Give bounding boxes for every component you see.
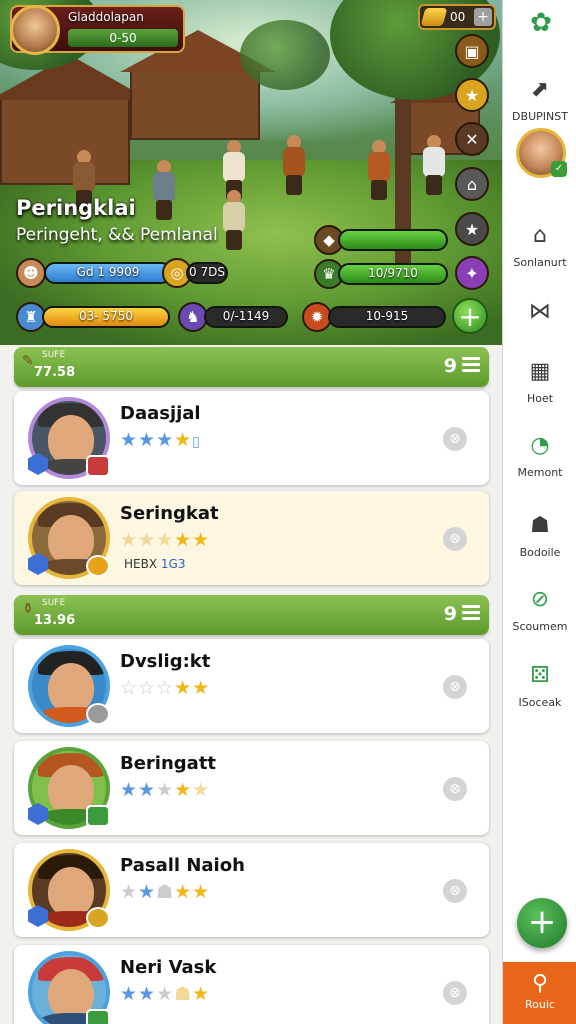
gold-value: 00: [450, 10, 466, 24]
card-options-button[interactable]: ⊗: [443, 777, 467, 801]
coin-bar: 0 7DS: [186, 262, 228, 284]
menu-icon[interactable]: [462, 605, 480, 623]
scene-subtitle: Peringeht, && Pemlanal: [16, 225, 218, 245]
class-badge-icon: [86, 805, 110, 827]
hero-stars: ★★★★▯: [120, 429, 201, 451]
share-icon: ⋈: [529, 299, 551, 324]
mana-bar: Gd 1 9909: [44, 262, 172, 284]
hero-name: Neri Vask: [120, 957, 217, 978]
hero-stars: ★★★★★: [120, 779, 211, 801]
card-options-button[interactable]: ⊗: [443, 675, 467, 699]
hero-roster-list: ✎ SUFE 77.58 9 Daasjjal ★★★★▯ ⊗ Seringka…: [0, 345, 502, 1024]
hero-card[interactable]: Pasall Naioh ★★☗★★ ⊗: [14, 843, 489, 937]
nav-item-share[interactable]: ⋈: [503, 298, 576, 332]
player-level-bar: 0-50: [68, 29, 178, 47]
card-options-button[interactable]: ⊗: [443, 427, 467, 451]
star-icon[interactable]: ★: [455, 78, 489, 112]
roster-group-header[interactable]: ⚱ SUFE 13.96 9: [14, 595, 489, 635]
player-name: Gladdolapan: [68, 10, 144, 24]
gold-currency-box[interactable]: 00 +: [418, 4, 496, 30]
class-badge-icon: [86, 703, 110, 725]
experience-bar: 10/9710: [338, 263, 448, 285]
nav-item-export[interactable]: ⬈ DBUPINST: [503, 76, 576, 123]
group-count: 9: [443, 603, 457, 625]
nav-bottom-tab[interactable]: ⚲ Rouic: [503, 962, 576, 1024]
people-icon: ☗: [530, 513, 550, 538]
hero-card[interactable]: Neri Vask ★★★☗★ ⊗: [14, 945, 489, 1024]
hero-name: Daasjjal: [120, 403, 201, 424]
class-badge-icon: [86, 1009, 110, 1024]
nav-item-clock[interactable]: ◔ Memont: [503, 432, 576, 479]
add-hero-button[interactable]: +: [517, 898, 567, 948]
class-badge-icon: [86, 907, 110, 929]
hero-card[interactable]: Dvslig:kt ☆☆☆★★ ⊗: [14, 639, 489, 733]
game-hero-banner: Gladdolapan 0-50 00 + ▣ ★ ✕ ⌂ ★ ✦ + Peri…: [0, 0, 502, 345]
group-value: 77.58: [34, 365, 76, 380]
group-label: SUFE: [42, 350, 66, 360]
village-hut: [0, 95, 130, 185]
nav-item-compass[interactable]: ⊘ Scoumem: [503, 586, 576, 633]
hero-tag: HEBX 1G3: [124, 557, 186, 571]
rank-star-icon[interactable]: ★: [455, 212, 489, 246]
card-options-button[interactable]: ⊗: [443, 879, 467, 903]
card-options-button[interactable]: ⊗: [443, 981, 467, 1005]
app-root: Gladdolapan 0-50 00 + ▣ ★ ✕ ⌂ ★ ✦ + Peri…: [0, 0, 576, 1024]
hero-stars: ★★★☗★: [120, 983, 211, 1005]
clock-icon: ◔: [530, 433, 550, 458]
quest-scroll-icon[interactable]: ▣: [455, 34, 489, 68]
hero-name: Dvslig:kt: [120, 651, 211, 672]
group-count: 9: [443, 355, 457, 377]
roster-group-header[interactable]: ✎ SUFE 77.58 9: [14, 347, 489, 387]
magic-star-icon[interactable]: ✦: [455, 256, 489, 290]
scene-title: Peringklai: [16, 196, 136, 220]
group-value: 13.96: [34, 613, 76, 628]
nav-user-avatar[interactable]: ✓: [516, 128, 567, 178]
hero-name: Seringkat: [120, 503, 219, 524]
hero-card[interactable]: Seringkat ★★★★★ HEBX 1G3 ⊗: [14, 491, 489, 585]
nav-item-home[interactable]: ⌂ Sonlanurt: [503, 222, 576, 269]
crossed-swords-icon[interactable]: ✕: [455, 122, 489, 156]
add-action-button[interactable]: +: [452, 298, 488, 334]
nav-item-grid[interactable]: ▦ Hoet: [503, 358, 576, 405]
menu-icon[interactable]: [462, 357, 480, 375]
nav-item-people[interactable]: ☗ Bodoile: [503, 512, 576, 559]
player-mini-avatar-icon: ☻: [16, 258, 46, 288]
home-icon: ⌂: [533, 223, 547, 248]
export-icon: ⬈: [530, 77, 550, 102]
verified-badge-icon: ✓: [551, 161, 567, 177]
class-badge-icon: [86, 455, 110, 477]
gold-icon: [420, 8, 448, 26]
hero-card[interactable]: Beringatt ★★★★★ ⊗: [14, 741, 489, 835]
tree-canopy: [240, 20, 330, 90]
grid-icon: ▦: [529, 359, 551, 384]
hero-stars: ★★☗★★: [120, 881, 211, 903]
resource-bar-two: 0/-1149: [204, 306, 288, 328]
player-avatar[interactable]: [10, 5, 60, 55]
hero-card[interactable]: Daasjjal ★★★★▯ ⊗: [14, 391, 489, 485]
player-profile-frame[interactable]: Gladdolapan 0-50: [10, 5, 185, 55]
class-badge-icon: [86, 555, 110, 577]
right-navigation-rail: ✿ ⬈ DBUPINST ✓ ⌂ Sonlanurt ⋈ ▦ Hoet ◔ Me…: [502, 0, 576, 1024]
house-icon[interactable]: ⌂: [455, 167, 489, 201]
village-hut: [130, 70, 260, 140]
resource-bar-three: 10-915: [328, 306, 446, 328]
energy-bar: 03- 5750: [42, 306, 170, 328]
hero-name: Pasall Naioh: [120, 855, 245, 876]
hero-stars: ☆☆☆★★: [120, 677, 211, 699]
card-options-button[interactable]: ⊗: [443, 527, 467, 551]
hero-name: Beringatt: [120, 753, 217, 774]
app-logo-icon[interactable]: ✿: [525, 8, 557, 40]
compass-icon: ⊘: [530, 587, 550, 612]
group-label: SUFE: [42, 598, 66, 608]
health-bar: [338, 229, 448, 251]
hero-stars: ★★★★★: [120, 529, 211, 551]
dice-icon: ⚄: [530, 663, 550, 688]
add-gold-button[interactable]: +: [474, 8, 492, 26]
nav-item-dice[interactable]: ⚄ ISoceak: [503, 662, 576, 709]
search-icon: ⚲: [531, 971, 549, 996]
